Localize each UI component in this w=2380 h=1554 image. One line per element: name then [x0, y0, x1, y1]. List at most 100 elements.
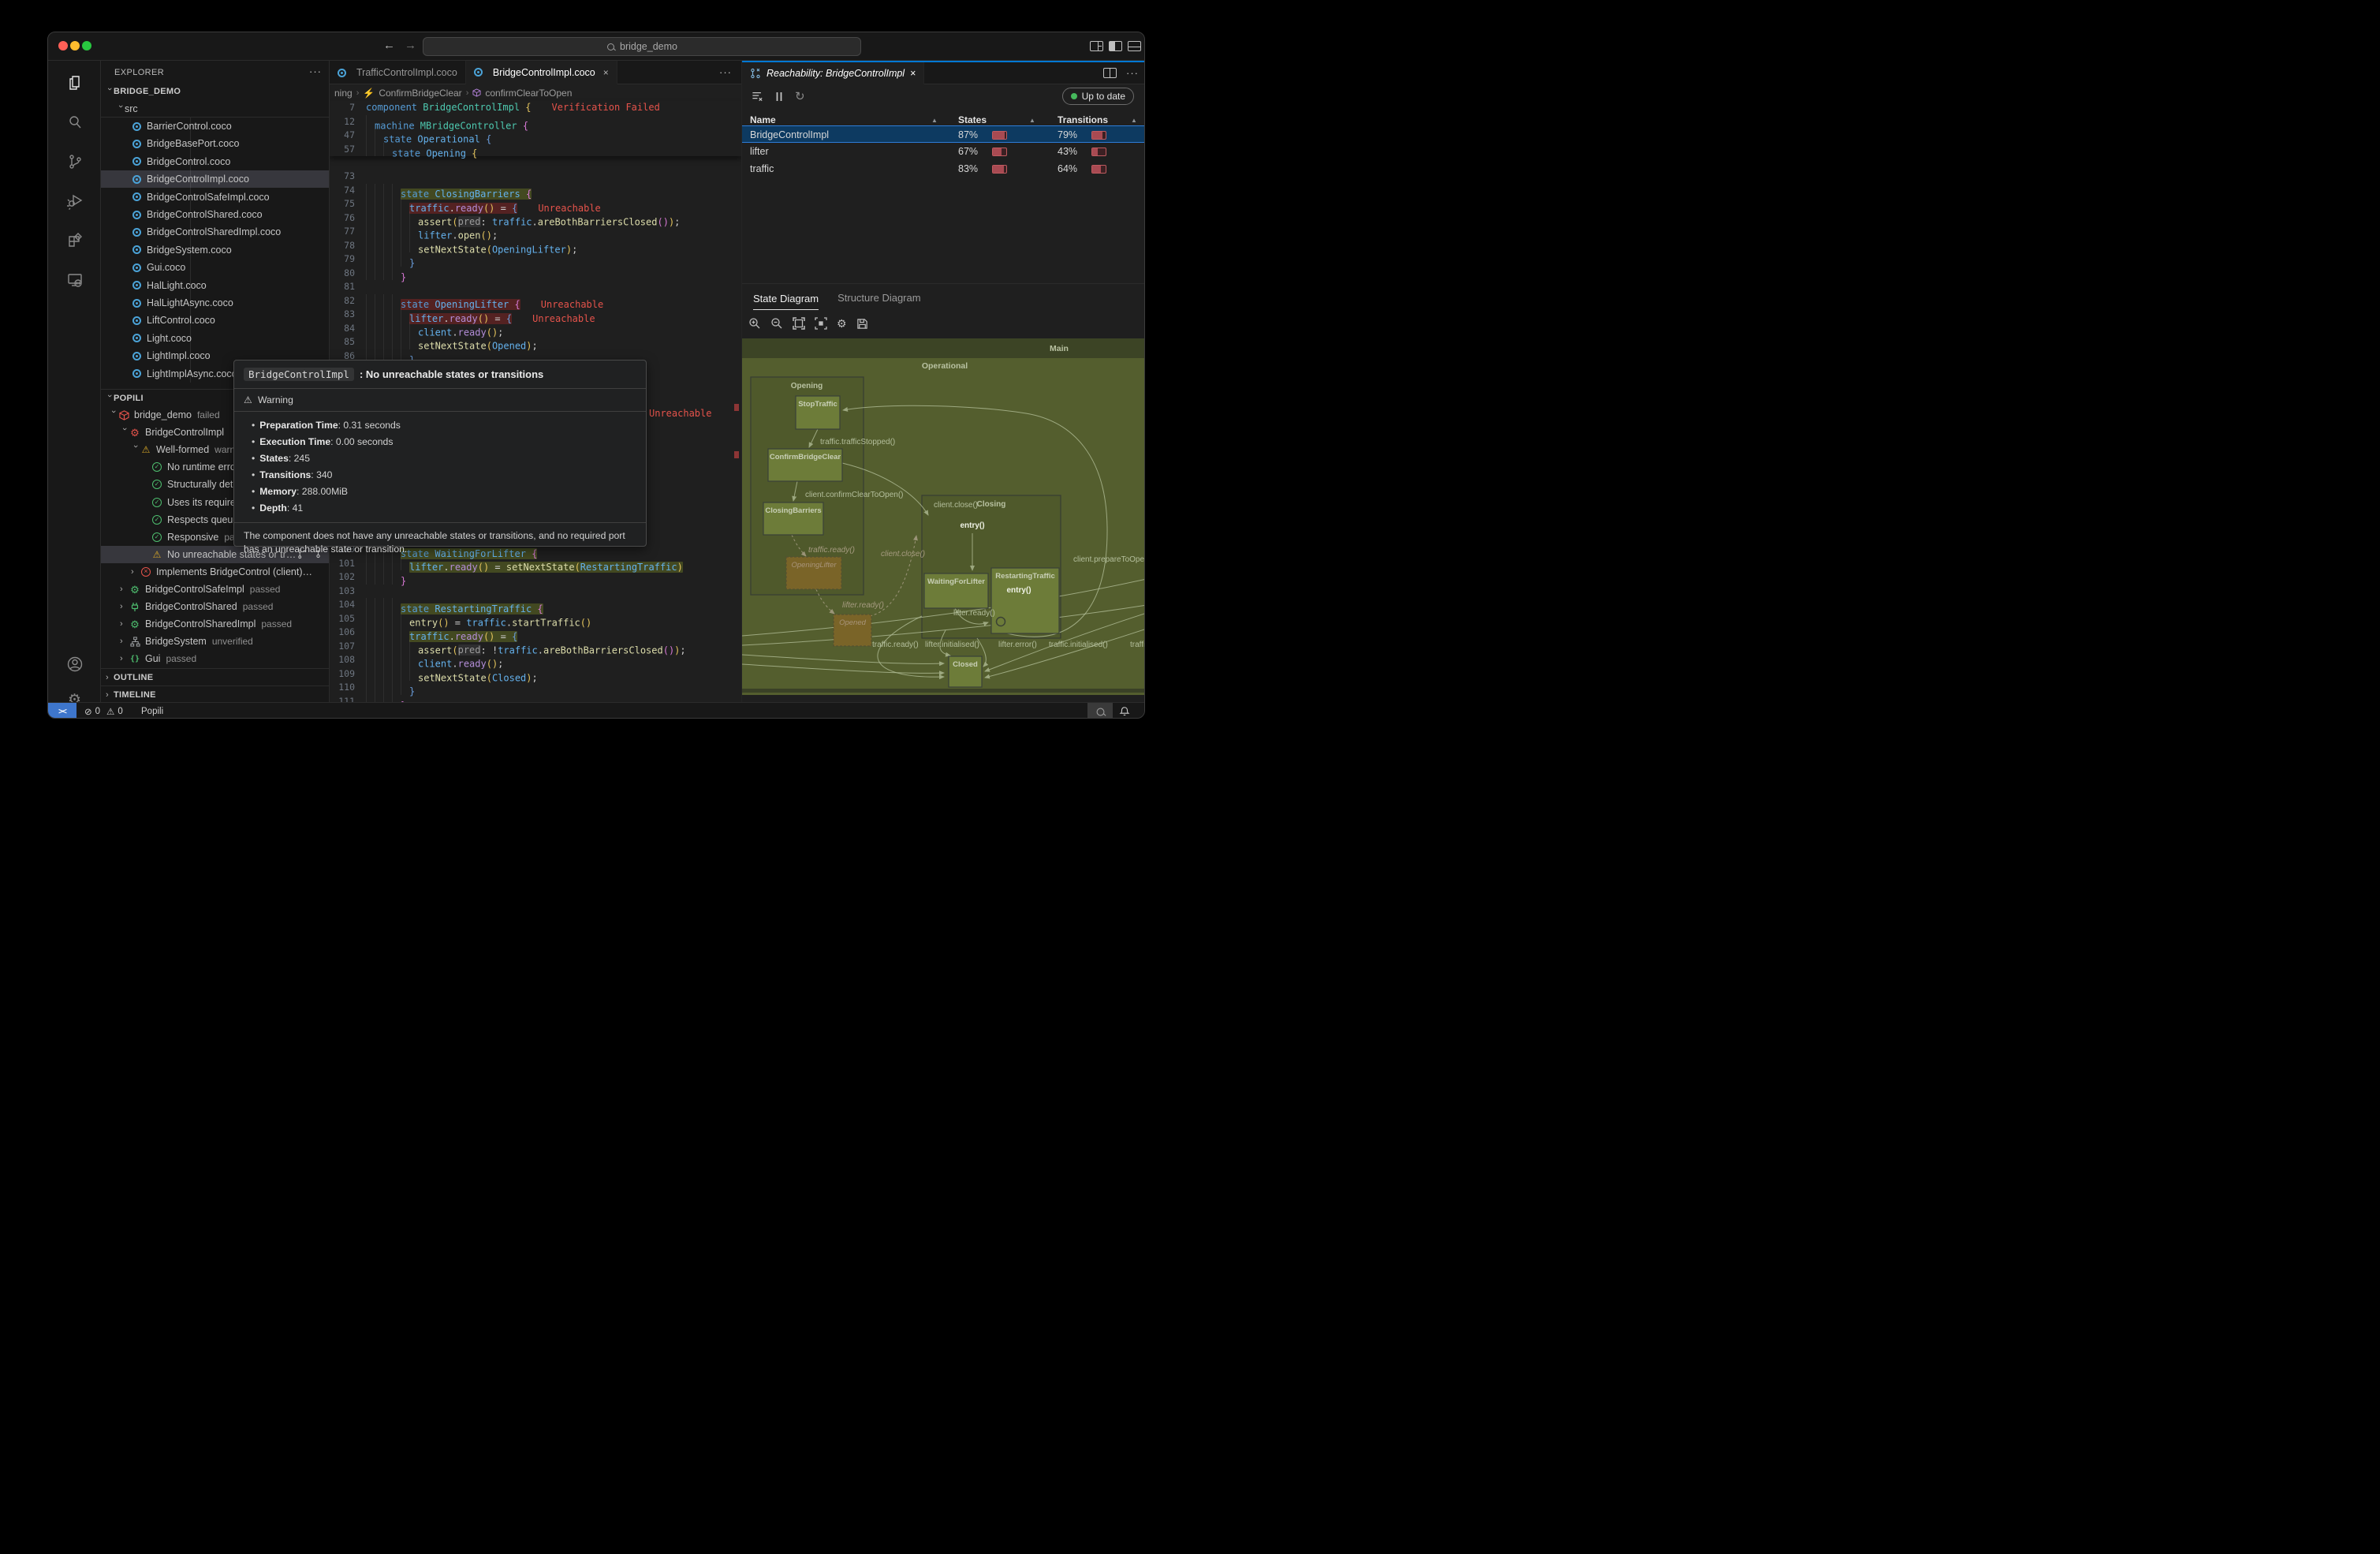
toggle-panel-icon[interactable]	[1128, 41, 1141, 51]
code-line-111[interactable]: 111}	[330, 695, 741, 703]
code-block-lower[interactable]: 100state WaitingForLifter {101lifter.rea…	[330, 543, 741, 702]
diagram-settings-gear-icon[interactable]: ⚙	[837, 317, 847, 331]
code-line-85[interactable]: 85setNextState(Opened);	[330, 335, 741, 349]
code-line-104[interactable]: 104state RestartingTraffic {	[330, 598, 741, 612]
file-row-BridgeControl.coco[interactable]: BridgeControl.coco	[101, 153, 330, 170]
remote-explorer-icon[interactable]	[48, 264, 101, 296]
remote-indicator[interactable]: ><	[48, 703, 76, 719]
close-tab-icon[interactable]: ×	[603, 67, 609, 78]
code-line-109[interactable]: 109setNextState(Closed);	[330, 667, 741, 682]
center-selection-icon[interactable]	[815, 317, 827, 330]
tab-structure-diagram[interactable]: Structure Diagram	[837, 292, 920, 304]
code-line-73[interactable]: 73	[330, 170, 741, 184]
popili-row-bridgecontrolsafeimpl[interactable]: ›⚙BridgeControlSafeImplpassed	[101, 581, 330, 598]
zoom-status-icon[interactable]	[1087, 703, 1113, 719]
file-row-BridgeBasePort.coco[interactable]: BridgeBasePort.coco	[101, 135, 330, 152]
code-line-107[interactable]: 107assert(pred: !traffic.areBothBarriers…	[330, 640, 741, 654]
popili-row-bridgecontrolshared[interactable]: ›BridgeControlSharedpassed	[101, 598, 330, 615]
clear-list-icon[interactable]	[752, 91, 763, 102]
section-outline[interactable]: ›OUTLINE	[101, 668, 330, 685]
code-block-upper[interactable]: 7374state ClosingBarriers {75traffic.rea…	[330, 170, 741, 363]
code-line-80[interactable]: 80}	[330, 267, 741, 281]
file-row-BridgeControlShared.coco[interactable]: BridgeControlShared.coco	[101, 206, 330, 223]
toggle-sidebar-icon[interactable]	[1109, 41, 1122, 51]
warning-icon: ⚠	[244, 394, 252, 405]
transition-label: client.close()	[934, 501, 978, 510]
file-row-BridgeControlImpl.coco[interactable]: BridgeControlImpl.coco	[101, 170, 330, 188]
workspace-root-row[interactable]: ›BRIDGE_DEMO	[101, 83, 330, 100]
state-diagram[interactable]: MainOperationalOpeningClosingStopTraffic…	[742, 338, 1145, 695]
code-line-47[interactable]: 47state Operational {	[330, 129, 741, 143]
explorer-more-actions-icon[interactable]: ···	[309, 65, 322, 77]
command-center-search[interactable]: bridge_demo	[423, 37, 861, 56]
forward-icon[interactable]: →	[405, 39, 416, 52]
file-row-BarrierControl.coco[interactable]: BarrierControl.coco	[101, 118, 330, 135]
editor-more-actions-icon[interactable]: ···	[719, 66, 741, 78]
region-label: Operational	[922, 361, 968, 371]
folder-row-src[interactable]: ›src	[101, 100, 330, 118]
file-row-BridgeSystem.coco[interactable]: BridgeSystem.coco	[101, 241, 330, 259]
tab-trafficcontrolimpl[interactable]: TrafficControlImpl.coco	[330, 61, 466, 84]
extensions-icon[interactable]	[48, 225, 101, 256]
tab-bridgecontrolimpl[interactable]: BridgeControlImpl.coco×	[466, 61, 617, 84]
file-row-Gui.coco[interactable]: Gui.coco	[101, 259, 330, 276]
popili-row-implements-bridgecontrol-client-[interactable]: ›×Implements BridgeControl (client)…	[101, 563, 330, 581]
back-icon[interactable]: ←	[383, 39, 395, 52]
reachability-row-BridgeControlImpl[interactable]: BridgeControlImpl87%79%	[742, 125, 1145, 143]
notifications-bell-icon[interactable]	[1119, 703, 1130, 719]
fit-to-screen-icon[interactable]	[793, 317, 805, 330]
code-line-76[interactable]: 76assert(pred: traffic.areBothBarriersCl…	[330, 211, 741, 226]
search-view-icon[interactable]	[48, 106, 101, 138]
panel-more-actions-icon[interactable]: ···	[1126, 67, 1139, 79]
close-window-button[interactable]	[58, 41, 68, 50]
problems-status[interactable]: ⊘0 ⚠0	[84, 703, 123, 719]
zoom-in-icon[interactable]	[748, 317, 761, 330]
code-line-78[interactable]: 78setNextState(OpeningLifter);	[330, 239, 741, 253]
breadcrumb[interactable]: ning› ⚡ ConfirmBridgeClear› confirmClear…	[330, 84, 741, 101]
hover-tooltip: BridgeControlImpl : No unreachable state…	[233, 360, 647, 547]
code-line-75[interactable]: 75traffic.ready() = {Unreachable	[330, 197, 741, 211]
code-line-105[interactable]: 105entry() = traffic.startTraffic()	[330, 612, 741, 626]
reachability-panel: Reachability: BridgeControlImpl × ··· ↻ …	[741, 61, 1145, 702]
maximize-window-button[interactable]	[82, 41, 91, 50]
code-line-57[interactable]: 57state Opening {	[330, 143, 741, 157]
popili-row-bridgecontrolsharedimpl[interactable]: ›⚙BridgeControlSharedImplpassed	[101, 615, 330, 633]
customize-layout-icon[interactable]	[1090, 41, 1103, 51]
diagram-view-tabs: State Diagram Structure Diagram	[742, 283, 1145, 312]
save-icon[interactable]	[856, 318, 868, 330]
zoom-out-icon[interactable]	[770, 317, 783, 330]
popili-row-bridgesystem[interactable]: ›BridgeSystemunverified	[101, 633, 330, 650]
code-line-103[interactable]: 103	[330, 585, 741, 599]
file-row-HalLightAsync.coco[interactable]: HalLightAsync.coco	[101, 294, 330, 312]
minimize-window-button[interactable]	[70, 41, 80, 50]
reachability-row-traffic[interactable]: traffic83%64%	[742, 160, 1145, 177]
source-control-icon[interactable]	[48, 146, 101, 177]
file-row-BridgeControlSafeImpl.coco[interactable]: BridgeControlSafeImpl.coco	[101, 189, 330, 206]
file-row-Light.coco[interactable]: Light.coco	[101, 330, 330, 347]
run-debug-icon[interactable]	[48, 185, 101, 217]
code-line-7[interactable]: 7component BridgeControlImpl {Verificati…	[330, 101, 741, 115]
close-tab-icon[interactable]: ×	[910, 68, 916, 79]
overview-ruler[interactable]	[733, 101, 740, 702]
code-line-83[interactable]: 83lifter.ready() = {Unreachable	[330, 308, 741, 322]
code-line-12[interactable]: 12machine MBridgeController {	[330, 115, 741, 129]
extension-status[interactable]: Popili	[141, 703, 163, 719]
code-line-81[interactable]: 81	[330, 280, 741, 294]
split-editor-icon[interactable]	[1103, 68, 1117, 78]
file-row-LiftControl.coco[interactable]: LiftControl.coco	[101, 312, 330, 329]
code-line-82[interactable]: 82state OpeningLifter {Unreachable	[330, 294, 741, 308]
file-row-HalLight.coco[interactable]: HalLight.coco	[101, 277, 330, 294]
tab-reachability[interactable]: Reachability: BridgeControlImpl ×	[742, 62, 924, 84]
region-main	[742, 338, 1145, 358]
reachability-row-lifter[interactable]: lifter67%43%	[742, 143, 1145, 160]
tab-state-diagram[interactable]: State Diagram	[753, 293, 819, 310]
explorer-icon[interactable]	[48, 67, 101, 99]
section-timeline[interactable]: ›TIMELINE	[101, 685, 330, 702]
file-row-BridgeControlSharedImpl.coco[interactable]: BridgeControlSharedImpl.coco	[101, 223, 330, 241]
pause-icon[interactable]	[774, 92, 784, 102]
code-line-74[interactable]: 74state ClosingBarriers {	[330, 184, 741, 198]
hover-description: The component does not have any unreacha…	[234, 523, 646, 562]
popili-row-gui[interactable]: ›{}Guipassed	[101, 650, 330, 667]
account-icon[interactable]	[48, 648, 101, 680]
refresh-icon[interactable]: ↻	[795, 89, 805, 103]
